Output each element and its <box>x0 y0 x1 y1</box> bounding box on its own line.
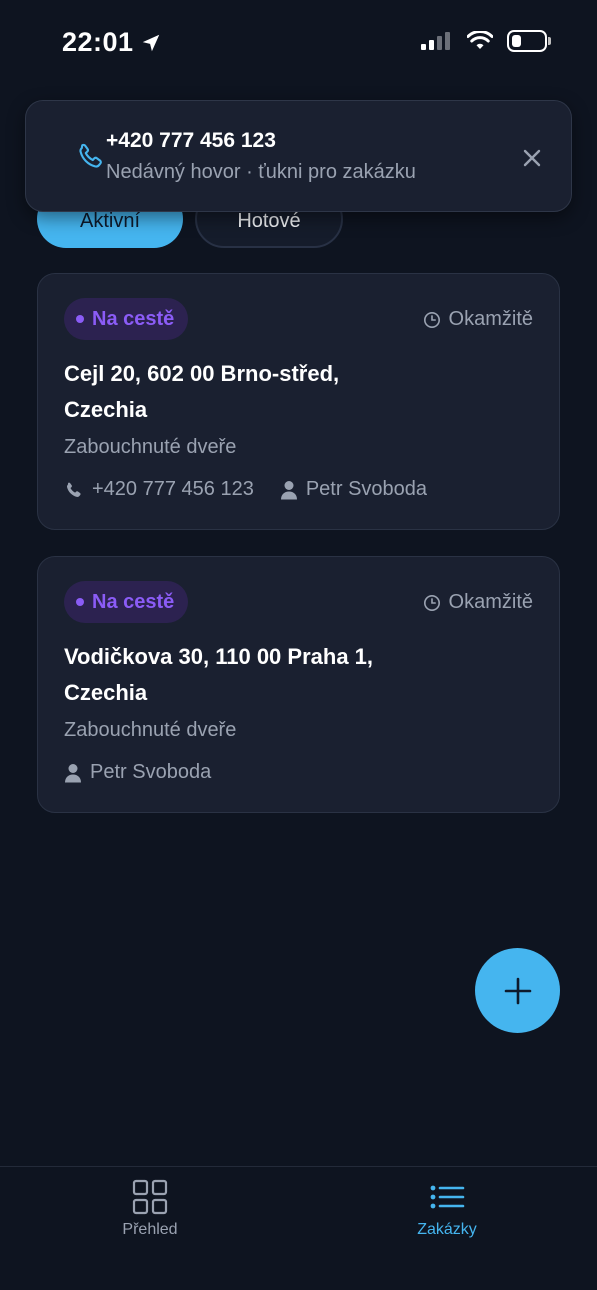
timing-chip: Okamžitě <box>423 308 533 331</box>
address-line-1: Vodičkova 30, 110 00 Praha 1, <box>64 644 374 669</box>
status-badge: Na cestě <box>64 581 189 623</box>
job-assignee: Petr Svoboda <box>64 761 211 784</box>
banner-phone-number: +420 777 456 123 <box>106 129 276 152</box>
timing-label: Okamžitě <box>448 308 533 330</box>
address-line-2: Czechia <box>64 680 148 705</box>
job-phone-text: +420 777 456 123 <box>92 478 254 500</box>
add-job-button[interactable] <box>475 948 560 1033</box>
clock-text: 22:01 <box>62 27 134 57</box>
cellular-signal-icon <box>421 32 450 50</box>
app-screen: 22:01 Aktivní Hotové +420 777 456 123 Ne… <box>0 0 597 1290</box>
status-dot <box>76 598 84 606</box>
tab-overview-label: Přehled <box>122 1221 178 1238</box>
job-meta: Petr Svoboda <box>64 761 211 784</box>
grid-icon <box>132 1179 168 1215</box>
job-service: Zabouchnuté dveře <box>64 719 237 741</box>
job-assignee-text: Petr Svoboda <box>305 478 428 500</box>
tab-orders-label: Zakázky <box>417 1221 477 1238</box>
battery-icon <box>507 30 551 52</box>
wifi-icon <box>467 31 493 49</box>
job-meta: +420 777 456 123 Petr Svoboda <box>64 478 427 501</box>
filter-done-label: Hotové <box>237 209 301 232</box>
status-badge-label: Na cestě <box>92 307 175 330</box>
location-arrow-icon <box>142 34 159 51</box>
close-banner-button[interactable] <box>517 143 547 173</box>
banner-subtitle: Nedávný hovor · ťukni pro zakázku <box>106 161 416 183</box>
clock-icon <box>423 594 440 611</box>
timing-label: Okamžitě <box>448 591 533 613</box>
recent-call-banner[interactable]: +420 777 456 123 Nedávný hovor · ťukni p… <box>25 100 572 212</box>
status-bar: 22:01 <box>0 0 597 86</box>
job-card[interactable]: Na cestě Okamžitě Cejl 20, 602 00 Brno-s… <box>37 273 560 530</box>
phone-icon <box>79 143 102 168</box>
job-address: Cejl 20, 602 00 Brno-střed, Czechia <box>64 356 484 428</box>
status-time: 22:01 <box>62 27 162 58</box>
address-line-2: Czechia <box>64 397 148 422</box>
status-badge: Na cestě <box>64 298 189 340</box>
person-icon <box>280 480 297 499</box>
job-address: Vodičkova 30, 110 00 Praha 1, Czechia <box>64 639 484 711</box>
job-card[interactable]: Na cestě Okamžitě Vodičkova 30, 110 00 P… <box>37 556 560 813</box>
tab-orders[interactable]: Zakázky <box>397 1179 497 1239</box>
job-assignee-text: Petr Svoboda <box>90 761 212 783</box>
phone-icon <box>67 482 81 497</box>
job-assignee: Petr Svoboda <box>280 478 427 501</box>
clock-icon <box>423 311 440 328</box>
status-icons <box>421 30 551 52</box>
timing-chip: Okamžitě <box>423 591 533 614</box>
status-dot <box>76 315 84 323</box>
job-service: Zabouchnuté dveře <box>64 436 237 458</box>
status-badge-label: Na cestě <box>92 590 175 613</box>
job-phone[interactable]: +420 777 456 123 <box>64 478 254 501</box>
person-icon <box>65 763 81 782</box>
plus-icon <box>504 977 531 1004</box>
bottom-tab-bar: Přehled Zakázky <box>0 1166 597 1290</box>
address-line-1: Cejl 20, 602 00 Brno-střed, <box>64 361 340 386</box>
close-icon <box>523 149 541 167</box>
tab-overview[interactable]: Přehled <box>100 1179 200 1239</box>
list-icon <box>430 1185 465 1209</box>
filter-active-label: Aktivní <box>79 209 141 232</box>
